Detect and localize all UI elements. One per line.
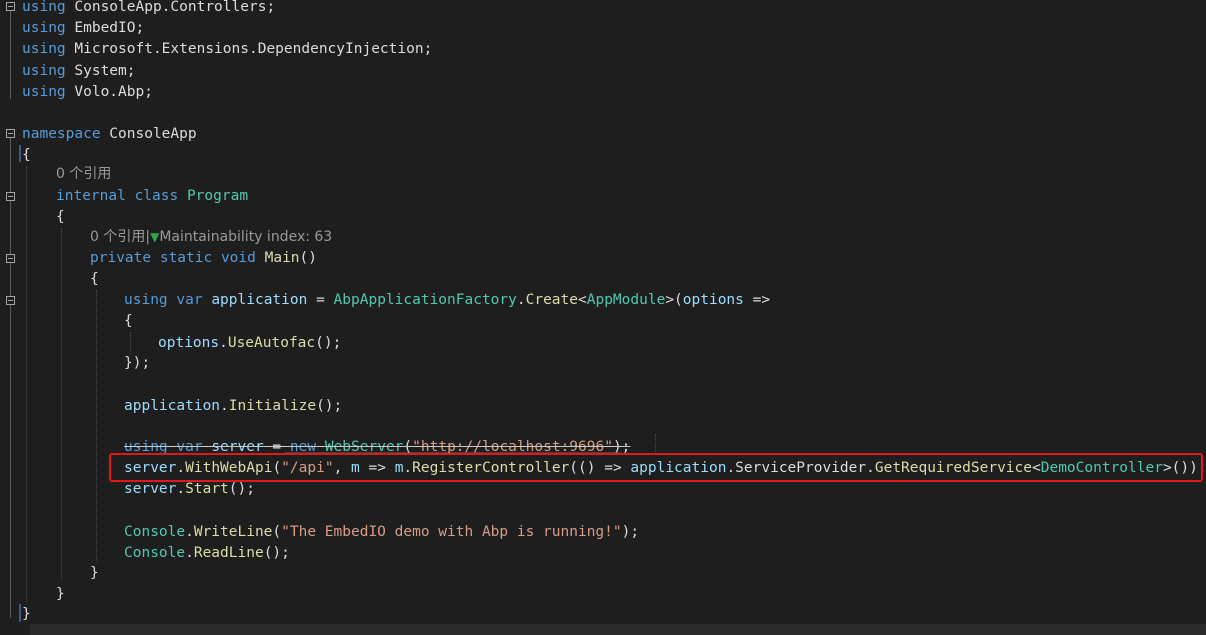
parens: () xyxy=(299,250,317,266)
method-name: UseAutofac xyxy=(227,335,316,351)
dot: . xyxy=(516,292,526,308)
parameter: options xyxy=(158,335,220,351)
method-name: WriteLine xyxy=(193,524,273,540)
namespace-text: EmbedIO; xyxy=(65,20,145,36)
generic-close: >( xyxy=(665,292,683,308)
code-line-16[interactable]: { xyxy=(124,311,133,332)
codelens-references[interactable]: 0 个引用|▼Maintainability index: 63 xyxy=(90,227,332,248)
keyword-using: using xyxy=(22,84,66,100)
code-line-10[interactable]: internal class Program xyxy=(56,186,248,207)
code-line-14[interactable]: { xyxy=(90,269,99,290)
variable: server xyxy=(124,481,177,497)
namespace-text: ConsoleApp.Controllers; xyxy=(65,0,276,15)
method-name: Start xyxy=(185,481,229,497)
method-name: ReadLine xyxy=(193,545,264,561)
code-lines: using ConsoleApp.Controllers; using Embe… xyxy=(0,0,1206,635)
dot: . xyxy=(219,335,228,351)
keyword-private-static-void: private static void xyxy=(90,250,256,266)
generic-open: < xyxy=(578,292,587,308)
keyword-using-var: using var xyxy=(124,292,203,308)
parameter: options xyxy=(682,292,744,308)
code-line-20[interactable]: application.Initialize(); xyxy=(124,396,342,417)
code-line-29[interactable]: } xyxy=(56,584,65,605)
code-line-13[interactable]: private static void Main() xyxy=(90,248,317,269)
namespace-text: Microsoft.Extensions.DependencyInjection… xyxy=(65,41,433,57)
close-brace: } xyxy=(56,586,65,602)
code-line-5[interactable]: using Volo.Abp; xyxy=(22,82,153,103)
lambda-arrow: => xyxy=(743,292,771,308)
highlight-box xyxy=(109,453,1203,482)
open-brace: { xyxy=(22,147,31,163)
keyword-using: using xyxy=(22,63,66,79)
code-line-27[interactable]: Console.ReadLine(); xyxy=(124,543,290,564)
dot: . xyxy=(176,481,186,497)
class-name: Console xyxy=(124,545,186,561)
open-brace: { xyxy=(90,271,99,287)
code-line-2[interactable]: using EmbedIO; xyxy=(22,18,144,39)
code-line-24[interactable]: server.Start(); xyxy=(124,479,255,500)
string-literal: "The EmbedIO demo with Abp is running!" xyxy=(281,524,622,540)
keyword-internal-class: internal class xyxy=(56,188,179,204)
code-line-3[interactable]: using Microsoft.Extensions.DependencyInj… xyxy=(22,39,432,60)
close-brace: }); xyxy=(124,355,151,371)
namespace-name: ConsoleApp xyxy=(100,126,197,142)
code-line-26[interactable]: Console.WriteLine("The EmbedIO demo with… xyxy=(124,522,639,543)
code-line-15[interactable]: using var application = AbpApplicationFa… xyxy=(124,290,770,311)
maintainability-icon: ▼ xyxy=(150,230,160,244)
dot: . xyxy=(220,398,229,414)
close-brace: } xyxy=(90,565,99,581)
horizontal-scrollbar[interactable] xyxy=(30,624,1206,635)
code-editor[interactable]: using ConsoleApp.Controllers; using Embe… xyxy=(0,0,1206,635)
code-line-17[interactable]: options.UseAutofac(); xyxy=(158,333,341,354)
paren: ); xyxy=(621,524,640,540)
parens: (); xyxy=(263,545,290,561)
keyword-using: using xyxy=(22,0,66,15)
code-line-7[interactable]: namespace ConsoleApp xyxy=(22,124,197,145)
variable: application xyxy=(211,292,308,308)
code-line-8[interactable]: { xyxy=(22,145,31,166)
code-line-4[interactable]: using System; xyxy=(22,61,136,82)
dot: . xyxy=(185,545,194,561)
code-line-30[interactable]: } xyxy=(22,604,31,625)
maintainability-index[interactable]: Maintainability index: 63 xyxy=(159,229,332,245)
codelens-references[interactable]: 0 个引用 xyxy=(56,164,111,185)
open-brace: { xyxy=(124,313,133,329)
code-line-18[interactable]: }); xyxy=(124,353,150,374)
keyword-using: using xyxy=(22,20,66,36)
open-brace: { xyxy=(56,209,65,225)
operator: = xyxy=(307,292,334,308)
code-line-28[interactable]: } xyxy=(90,563,99,584)
method-name: Create xyxy=(525,292,578,308)
code-line-11[interactable]: { xyxy=(56,207,65,228)
method-name: Main xyxy=(264,250,300,266)
class-name: AppModule xyxy=(586,292,666,308)
close-brace: } xyxy=(22,606,31,622)
keyword-namespace: namespace xyxy=(22,126,101,142)
keyword-using: using xyxy=(22,41,66,57)
class-name: Console xyxy=(124,524,186,540)
parens: (); xyxy=(315,335,342,351)
namespace-text: System; xyxy=(65,63,136,79)
code-line-1[interactable]: using ConsoleApp.Controllers; xyxy=(22,0,275,18)
references-count[interactable]: 0 个引用 xyxy=(56,166,111,182)
parens: (); xyxy=(316,398,343,414)
namespace-text: Volo.Abp; xyxy=(65,84,153,100)
parens: (); xyxy=(228,481,255,497)
dot: . xyxy=(185,524,194,540)
references-count[interactable]: 0 个引用 xyxy=(90,229,145,245)
method-name: Initialize xyxy=(228,398,317,414)
paren: ( xyxy=(272,524,282,540)
class-name: AbpApplicationFactory xyxy=(333,292,517,308)
variable: application xyxy=(124,398,221,414)
class-name: Program xyxy=(186,188,249,204)
